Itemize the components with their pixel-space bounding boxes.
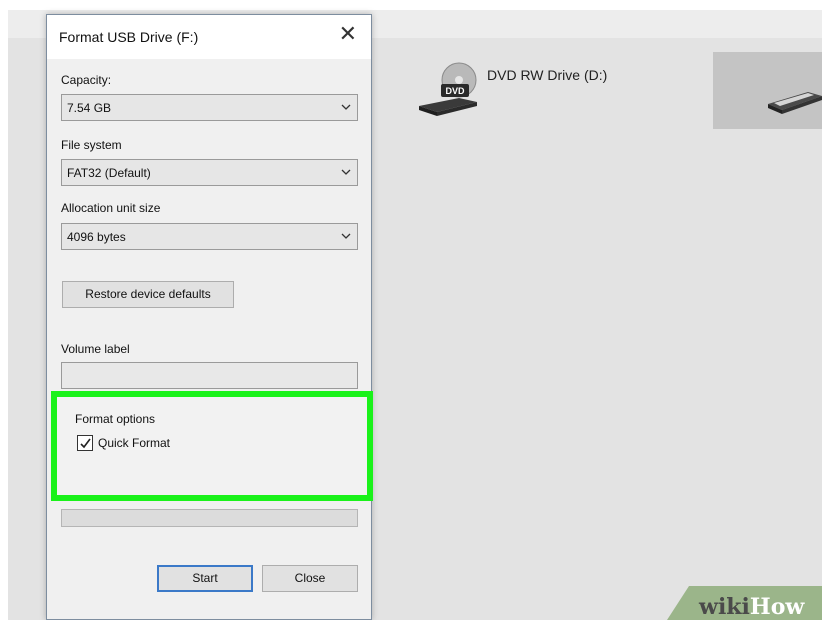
capacity-select[interactable]: 7.54 GB — [61, 94, 358, 121]
capacity-value: 7.54 GB — [67, 101, 112, 115]
volume-label-input[interactable] — [61, 362, 358, 389]
close-icon[interactable]: ✕ — [339, 23, 357, 45]
dialog-titlebar: Format USB Drive (F:) ✕ — [47, 15, 371, 59]
chevron-down-icon — [341, 104, 351, 110]
usb-drive-icon — [768, 92, 822, 114]
close-button[interactable]: Close — [262, 565, 358, 592]
watermark-part2: How — [749, 594, 805, 620]
chevron-down-icon — [341, 169, 351, 175]
allocation-unit-select[interactable]: 4096 bytes — [61, 223, 358, 250]
quick-format-label: Quick Format — [98, 436, 171, 450]
dvd-drive-label: DVD RW Drive (D:) — [487, 67, 608, 83]
format-options-label: Format options — [75, 412, 156, 426]
capacity-label: Capacity: — [61, 73, 112, 87]
drive-item-usb[interactable] — [713, 52, 822, 129]
dialog-title: Format USB Drive (F:) — [59, 29, 199, 45]
quick-format-checkbox[interactable] — [77, 435, 93, 451]
start-button[interactable]: Start — [157, 565, 253, 592]
checkmark-icon — [80, 438, 91, 449]
dvd-badge: DVD — [445, 86, 465, 96]
file-system-label: File system — [61, 138, 122, 152]
allocation-unit-label: Allocation unit size — [61, 201, 161, 215]
file-system-select[interactable]: FAT32 (Default) — [61, 159, 358, 186]
dvd-drive-icon: DVD — [419, 62, 477, 116]
chevron-down-icon — [341, 233, 351, 239]
watermark-part1: wiki — [699, 594, 750, 620]
restore-defaults-button[interactable]: Restore device defaults — [62, 281, 234, 308]
volume-label-label: Volume label — [61, 342, 130, 356]
wikihow-watermark: wikiHow — [667, 586, 822, 620]
format-options-highlight: Format options Quick Format — [51, 391, 373, 501]
allocation-unit-value: 4096 bytes — [67, 230, 126, 244]
format-progress-bar — [61, 509, 358, 527]
format-dialog: Format USB Drive (F:) ✕ Capacity: 7.54 G… — [46, 14, 373, 620]
drive-item-dvd[interactable]: DVD DVD RW Drive (D:) — [417, 62, 657, 122]
watermark-text: wikiHow — [699, 594, 804, 620]
file-system-value: FAT32 (Default) — [67, 166, 151, 180]
